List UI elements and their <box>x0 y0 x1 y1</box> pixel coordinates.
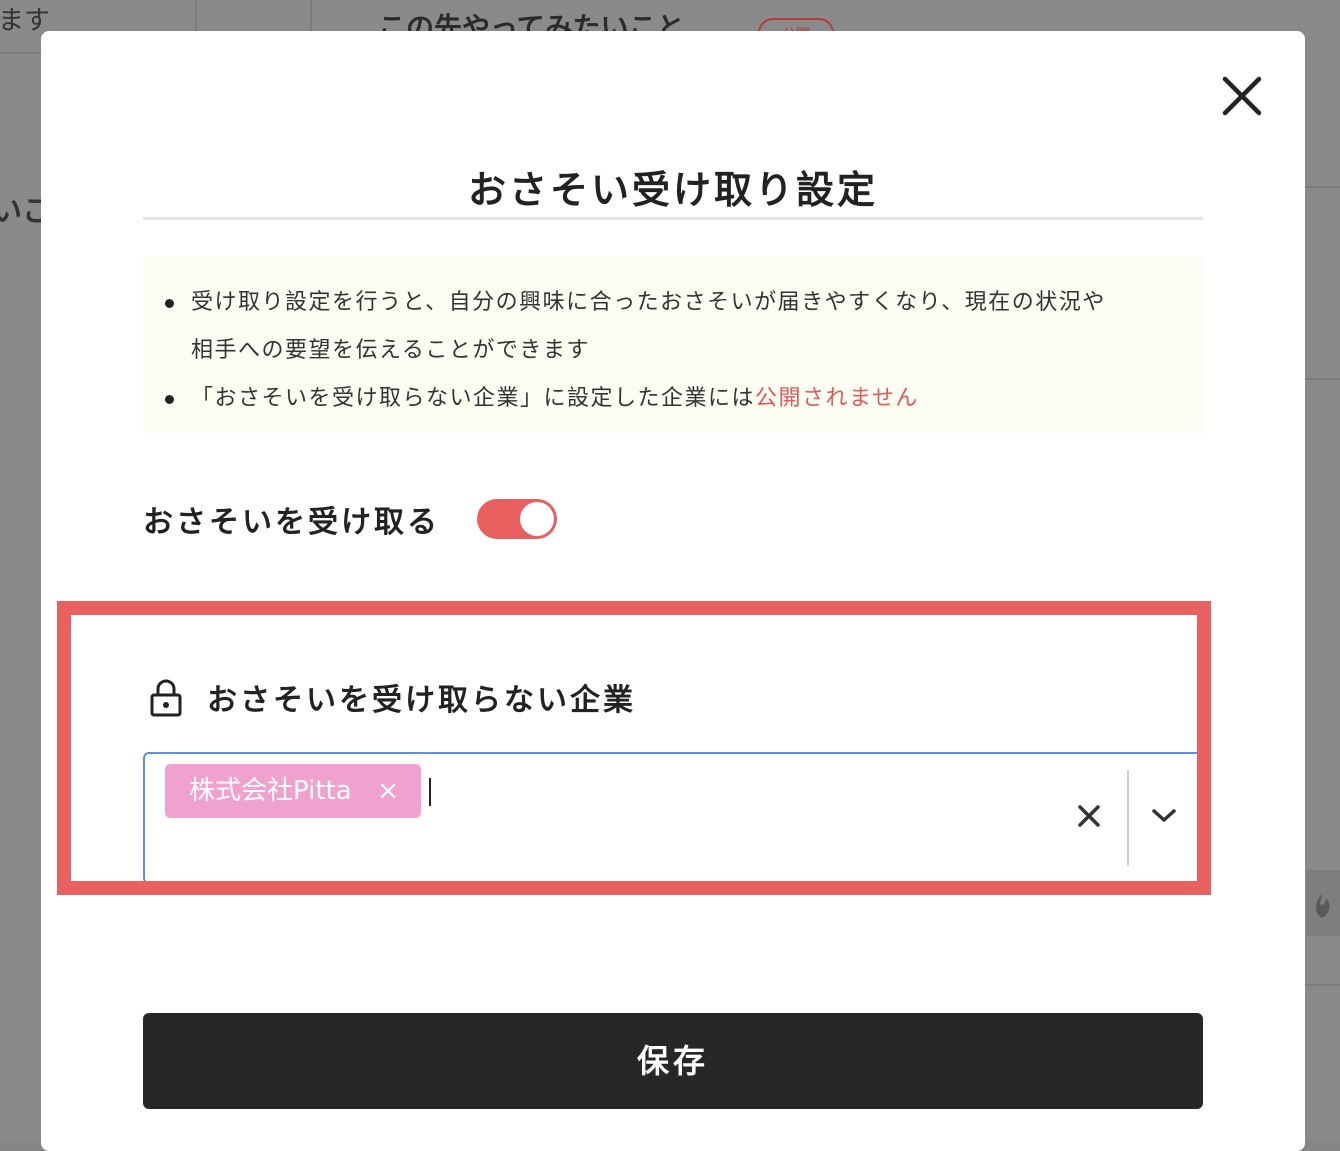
info-item-highlight: 公開されません <box>755 386 919 411</box>
background-divider <box>1305 984 1340 986</box>
background-text: ます <box>0 6 51 36</box>
highlight-frame <box>57 601 1211 895</box>
toggle-knob <box>520 502 554 536</box>
receive-toggle-label: おさそいを受け取る <box>143 505 440 540</box>
background-divider <box>1305 186 1340 188</box>
info-item-text: 受け取り設定を行うと、自分の興味に合ったおさそいが届きやすくなり、現在の状況や <box>191 290 1106 315</box>
bullet-icon <box>165 395 174 404</box>
receive-toggle[interactable] <box>477 499 557 539</box>
info-item-text: 「おさそいを受け取らない企業」に設定した企業には <box>191 386 756 411</box>
save-button[interactable]: 保存 <box>143 1013 1203 1109</box>
info-box: 受け取り設定を行うと、自分の興味に合ったおさそいが届きやすくなり、現在の状況や … <box>143 257 1203 433</box>
modal-title: おさそい受け取り設定 <box>467 168 878 212</box>
info-item-text: 相手への要望を伝えることができます <box>191 338 590 363</box>
title-underline <box>143 217 1203 220</box>
info-list: 受け取り設定を行うと、自分の興味に合ったおさそいが届きやすくなり、現在の状況や … <box>165 279 1175 423</box>
info-item: 「おさそいを受け取らない企業」に設定した企業には公開されません <box>165 375 1175 423</box>
close-icon[interactable] <box>1221 75 1263 117</box>
bullet-icon <box>165 299 174 308</box>
info-item: 受け取り設定を行うと、自分の興味に合ったおさそいが届きやすくなり、現在の状況や … <box>165 279 1175 375</box>
background-divider <box>0 52 41 54</box>
background-divider <box>1305 378 1340 380</box>
fire-icon <box>1306 870 1340 936</box>
settings-modal: おさそい受け取り設定 受け取り設定を行うと、自分の興味に合ったおさそいが届きやす… <box>41 31 1305 1151</box>
